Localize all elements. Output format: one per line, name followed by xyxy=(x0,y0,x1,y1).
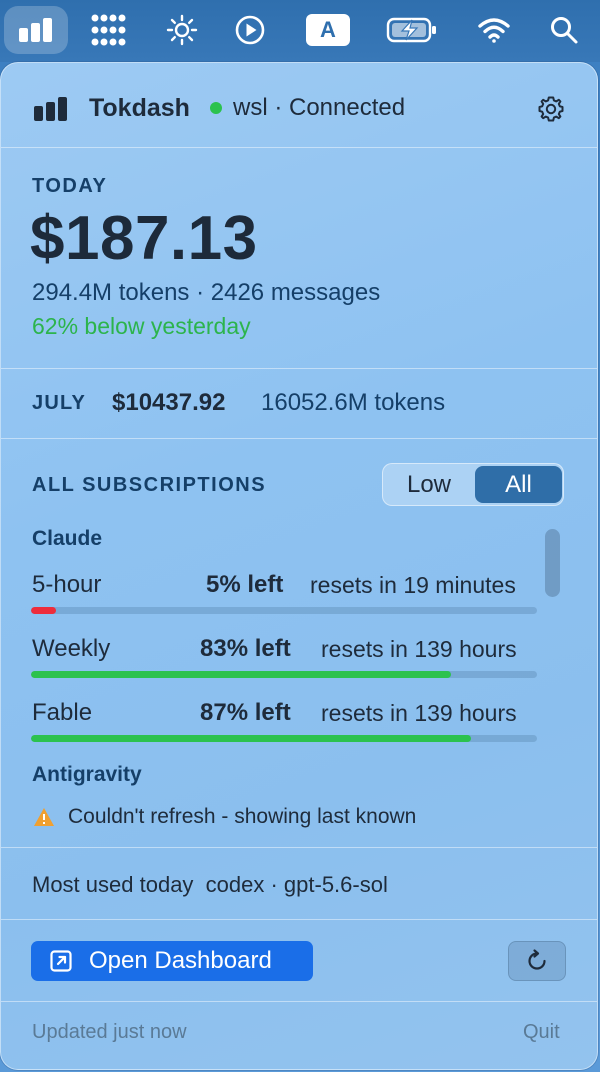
most-used-today: Most used today codex · gpt-5.6-sol xyxy=(32,872,388,897)
limit-progress-bar xyxy=(31,735,537,742)
provider-name-antigravity: Antigravity xyxy=(32,763,142,786)
limit-remaining: 5% left xyxy=(206,571,284,598)
refresh-button[interactable] xyxy=(508,941,566,981)
limit-name: 5-hour xyxy=(32,571,102,598)
antigravity-warning: Couldn't refresh - showing last known xyxy=(68,805,417,828)
brightness-icon[interactable] xyxy=(154,6,210,54)
tokdash-panel: Tokdash wsl · Connected TODAY $187.13 29… xyxy=(0,62,598,1070)
app-title: Tokdash xyxy=(89,94,190,122)
limit-name: Fable xyxy=(32,699,93,726)
month-tokens: 16052.6M tokens xyxy=(261,389,446,416)
limit-progress-bar xyxy=(31,671,537,678)
divider xyxy=(1,847,597,848)
divider xyxy=(1,919,597,920)
subscriptions-label: ALL SUBSCRIPTIONS xyxy=(32,474,267,496)
today-label: TODAY xyxy=(32,175,108,197)
divider xyxy=(1,368,597,369)
limit-progress-fill xyxy=(31,607,57,614)
today-delta: 62% below yesterday xyxy=(32,313,251,339)
wifi-icon[interactable] xyxy=(466,6,522,54)
menu-bar: A xyxy=(0,0,600,62)
limit-progress-fill xyxy=(31,671,451,678)
limit-reset: resets in 19 minutes xyxy=(310,572,516,598)
input-source-icon[interactable]: A xyxy=(300,6,356,54)
month-cost: $10437.92 xyxy=(112,389,226,416)
limit-progress-fill xyxy=(31,735,472,742)
limit-reset: resets in 139 hours xyxy=(321,636,517,662)
limit-remaining: 87% left xyxy=(200,699,291,726)
play-icon[interactable] xyxy=(222,6,278,54)
divider xyxy=(1,438,597,439)
updated-status: Updated just now xyxy=(32,1021,187,1043)
provider-name-claude: Claude xyxy=(32,527,103,550)
quit-button[interactable]: Quit xyxy=(523,1021,560,1044)
subscriptions-list[interactable]: Claude 5-hour 5% left resets in 19 minut… xyxy=(1,515,597,845)
battery-charging-icon[interactable] xyxy=(384,6,440,54)
divider xyxy=(1,147,597,148)
today-cost: $187.13 xyxy=(30,204,258,273)
limit-progress-bar xyxy=(31,607,537,614)
open-dashboard-label: Open Dashboard xyxy=(89,947,272,974)
scrollbar-thumb[interactable] xyxy=(545,529,560,597)
settings-gear-icon[interactable] xyxy=(537,95,565,123)
filter-all-option[interactable]: All xyxy=(475,466,562,503)
warning-triangle-icon xyxy=(33,807,55,832)
search-icon[interactable] xyxy=(536,6,592,54)
antigravity-warning-row: Couldn't refresh - showing last known xyxy=(1,805,597,845)
tokdash-bars-icon[interactable] xyxy=(4,6,68,54)
connection-status: wsl · Connected xyxy=(233,94,406,121)
refresh-icon xyxy=(528,949,546,970)
open-dashboard-button[interactable]: Open Dashboard xyxy=(31,941,313,981)
subscription-filter: Low All xyxy=(382,463,564,506)
limit-reset: resets in 139 hours xyxy=(321,700,517,726)
grid-dots-icon[interactable] xyxy=(80,6,136,54)
today-tokens-messages: 294.4M tokens · 2426 messages xyxy=(32,279,381,306)
connection-status-dot xyxy=(210,102,222,114)
limit-remaining: 83% left xyxy=(200,635,291,662)
divider xyxy=(1,1001,597,1002)
external-link-icon xyxy=(50,950,72,972)
limit-name: Weekly xyxy=(32,635,111,662)
panel-header: Tokdash wsl · Connected xyxy=(1,63,597,147)
filter-low-option[interactable]: Low xyxy=(383,464,475,505)
input-source-letter: A xyxy=(306,14,350,46)
month-label: JULY xyxy=(32,392,87,414)
tokdash-logo-icon xyxy=(33,97,69,126)
